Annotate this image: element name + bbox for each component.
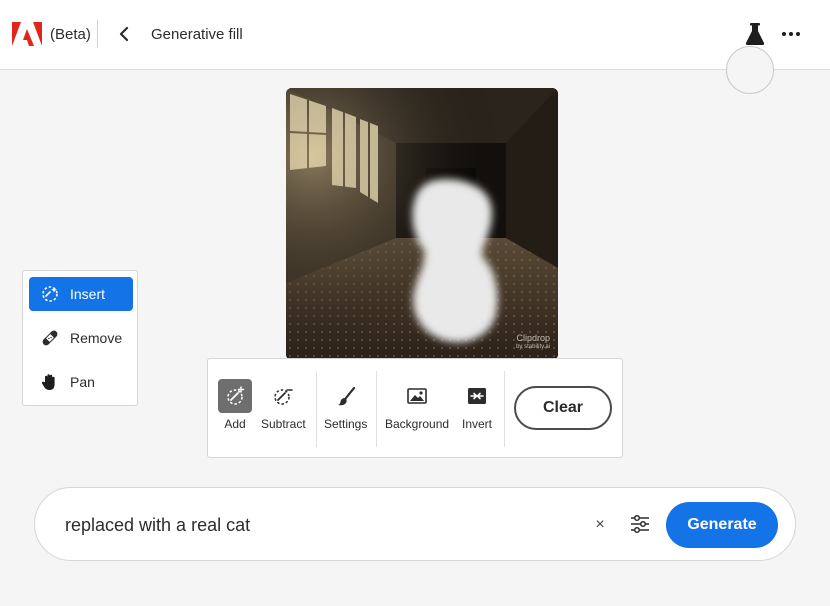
watermark-line1: Clipdrop: [516, 333, 550, 343]
image-canvas[interactable]: Clipdrop by stability.ai: [286, 88, 558, 360]
invert-button[interactable]: Invert: [460, 379, 494, 439]
watermark-line2: by stability.ai: [516, 344, 550, 350]
toolbar-divider: [376, 371, 377, 447]
remove-tool-label: Remove: [70, 330, 123, 346]
adobe-logo[interactable]: [12, 22, 42, 46]
add-label: Add: [224, 417, 246, 431]
image-icon: [400, 379, 434, 413]
beta-label: (Beta): [50, 26, 91, 43]
brush-icon: [329, 379, 363, 413]
tool-panel: Insert Remove Pan: [22, 270, 138, 406]
hallway-image: [286, 88, 558, 360]
pan-tool-label: Pan: [70, 374, 95, 390]
clear-prompt-button[interactable]: ×: [592, 515, 608, 535]
toolbar-divider: [504, 371, 505, 447]
subtract-button[interactable]: Subtract: [261, 379, 306, 439]
brush-add-icon: [218, 379, 252, 413]
hand-icon: [39, 371, 61, 393]
clear-button[interactable]: Clear: [514, 386, 612, 430]
header-divider: [97, 20, 98, 48]
pan-tool-button[interactable]: Pan: [29, 365, 133, 399]
page-title: Generative fill: [151, 26, 243, 43]
selection-toolbar: Add Subtract Settings Background Invert …: [207, 358, 623, 458]
settings-button[interactable]: Settings: [324, 379, 367, 439]
add-button[interactable]: Add: [218, 379, 252, 439]
bandage-icon: [39, 327, 61, 349]
background-label: Background: [385, 417, 450, 431]
remove-tool-button[interactable]: Remove: [29, 321, 133, 355]
watermark: Clipdrop by stability.ai: [516, 334, 550, 352]
generate-button[interactable]: Generate: [666, 502, 778, 548]
sliders-icon[interactable]: [629, 513, 651, 535]
prompt-input[interactable]: [65, 512, 585, 538]
back-button[interactable]: [114, 24, 134, 44]
brush-sparkle-icon: [39, 283, 61, 305]
invert-label: Invert: [461, 417, 492, 431]
prompt-bar: × Generate: [34, 487, 796, 561]
circle-button[interactable]: [726, 46, 774, 94]
flask-icon[interactable]: [744, 22, 766, 46]
background-button[interactable]: Background: [385, 379, 449, 439]
settings-label: Settings: [324, 417, 368, 431]
toolbar-divider: [316, 371, 317, 447]
invert-icon: [460, 379, 494, 413]
insert-tool-label: Insert: [70, 286, 106, 302]
subtract-label: Subtract: [261, 417, 306, 431]
app-header: (Beta) Generative fill: [0, 0, 830, 70]
more-options-icon[interactable]: [780, 24, 802, 44]
brush-subtract-icon: [266, 379, 300, 413]
insert-tool-button[interactable]: Insert: [29, 277, 133, 311]
